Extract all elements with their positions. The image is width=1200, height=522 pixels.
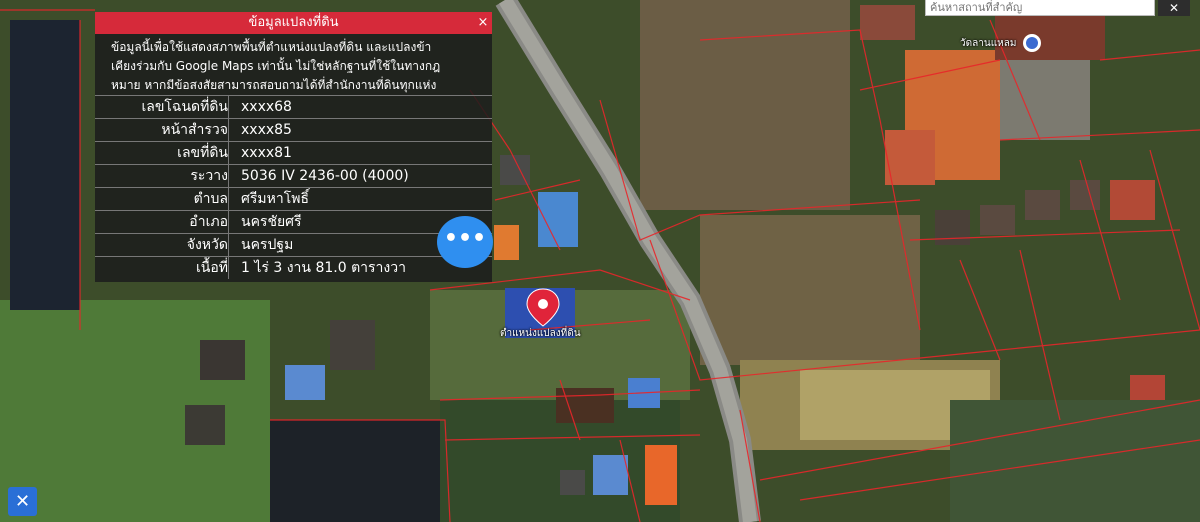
search-input[interactable] (925, 0, 1155, 16)
tools-button[interactable]: ✕ (8, 487, 37, 516)
row-value: ศรีมหาโพธิ์ (228, 187, 492, 211)
row-value: xxxx81 (228, 141, 492, 165)
description-line: ข้อมูลนี้เพื่อใช้แสดงสภาพพื้นที่ตำแหน่งแ… (111, 40, 432, 54)
table-row: หน้าสำรวจ xxxx85 (95, 118, 492, 142)
description-line: เคียงร่วมกับ Google Maps เท่านั้น ไม่ใช่… (111, 59, 441, 73)
row-label: ตำบล (95, 187, 229, 211)
table-row: เลขที่ดิน xxxx81 (95, 141, 492, 165)
more-icon: ••• (443, 226, 487, 251)
row-label: ระวาง (95, 164, 229, 188)
close-icon: ✕ (1168, 1, 1180, 15)
row-label: เลขที่ดิน (95, 141, 229, 165)
row-value: xxxx68 (228, 95, 492, 119)
table-row: เลขโฉนดที่ดิน xxxx68 (95, 95, 492, 119)
row-label: หน้าสำรวจ (95, 118, 229, 142)
panel-header: ข้อมูลแปลงที่ดิน × (95, 12, 492, 34)
panel-close-button[interactable]: × (474, 12, 492, 34)
temple-label: วัดลานแหลม (960, 38, 1017, 49)
row-value: 5036 IV 2436-00 (4000) (228, 164, 492, 188)
panel-title: ข้อมูลแปลงที่ดิน (248, 15, 339, 30)
table-row: ตำบล ศรีมหาโพธิ์ (95, 187, 492, 211)
row-label: อำเภอ (95, 210, 229, 234)
temple-icon (1023, 34, 1041, 52)
row-label: จังหวัด (95, 233, 229, 257)
land-info-table: เลขโฉนดที่ดิน xxxx68 หน้าสำรวจ xxxx85 เลขท… (95, 95, 492, 279)
row-label: เลขโฉนดที่ดิน (95, 95, 229, 119)
close-map-button[interactable]: ✕ (1158, 0, 1190, 16)
more-options-button[interactable]: ••• (437, 216, 493, 268)
row-value: xxxx85 (228, 118, 492, 142)
description-line: หมาย หากมีข้อสงสัยสามารถสอบถามได้ที่สำนั… (111, 78, 437, 92)
land-info-panel: ข้อมูลแปลงที่ดิน × ข้อมูลนี้เพื่อใช้แสดง… (95, 12, 492, 282)
tools-icon: ✕ (14, 491, 31, 512)
marker-label: ตำแหน่งแปลงที่ดิน (500, 328, 581, 339)
panel-description: ข้อมูลนี้เพื่อใช้แสดงสภาพพื้นที่ตำแหน่งแ… (95, 34, 492, 95)
table-row: จังหวัด นครปฐม (95, 233, 492, 257)
row-label: เนื้อที่ (95, 256, 229, 279)
table-row: เนื้อที่ 1 ไร่ 3 งาน 81.0 ตารางวา (95, 256, 492, 279)
table-row: ระวาง 5036 IV 2436-00 (4000) (95, 164, 492, 188)
table-row: อำเภอ นครชัยศรี (95, 210, 492, 234)
